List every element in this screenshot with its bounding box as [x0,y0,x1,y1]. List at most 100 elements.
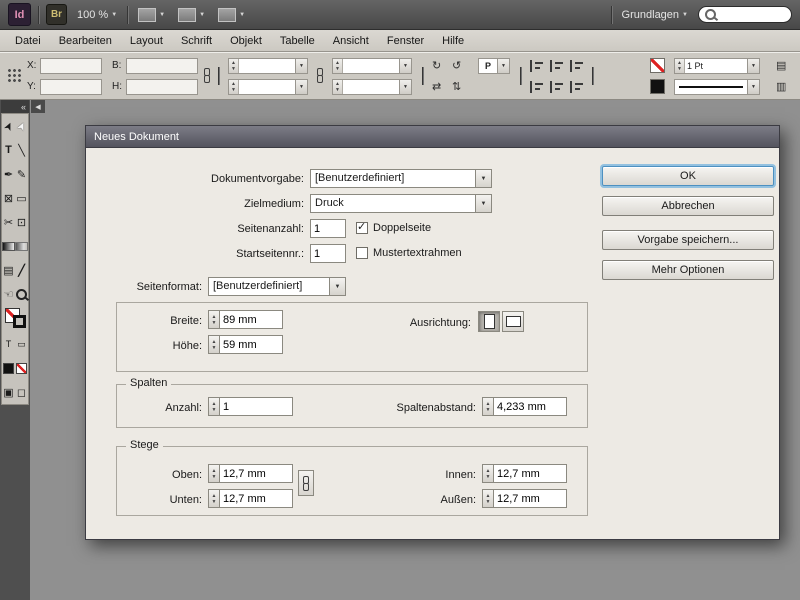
pencil-tool[interactable] [15,162,28,186]
hoehe-stepper[interactable] [208,335,219,354]
eyedropper-tool[interactable] [15,258,28,282]
hoehe-input[interactable] [219,335,283,354]
direct-selection-tool[interactable] [15,114,28,138]
screen-mode-button[interactable]: ▼ [175,6,208,24]
hand-tool[interactable] [2,282,15,306]
stroke-style-dropdown[interactable] [674,79,760,95]
more-options-button[interactable]: Mehr Optionen [602,260,774,280]
chevron-down-icon[interactable] [475,170,491,187]
chevron-down-icon[interactable] [295,59,307,73]
align-center-icon[interactable] [550,60,566,72]
stege-link-button[interactable] [298,470,314,496]
chevron-down-icon[interactable] [497,59,509,73]
scale-x-stepper[interactable] [229,59,239,73]
zoom-level-control[interactable]: 100 % ▼ [74,7,120,23]
menu-bearbeiten[interactable]: Bearbeiten [50,30,121,51]
chevron-down-icon[interactable] [475,195,491,212]
scissors-tool[interactable] [2,210,15,234]
p-reference-button[interactable]: P [478,58,510,74]
dokumentvorgabe-select[interactable]: [Benutzerdefiniert] [310,169,492,188]
align-middle-icon[interactable] [550,81,566,93]
selection-tool[interactable] [2,114,15,138]
width-input[interactable] [126,58,198,74]
save-preset-button[interactable]: Vorgabe speichern... [602,230,774,250]
stroke-color-swatch[interactable] [13,315,26,328]
formatting-affects-container-icon[interactable] [15,332,28,356]
panel-collapse-arrow-icon[interactable]: ◀ [31,100,45,113]
rotation-stepper[interactable] [333,59,343,73]
align-bottom-icon[interactable] [570,81,586,93]
panel-options-icon[interactable]: ▥ [776,79,786,95]
search-box[interactable] [698,6,792,23]
apply-none-button[interactable] [15,356,28,380]
apply-color-button[interactable] [2,356,15,380]
flip-vertical-icon[interactable]: ⇅ [452,79,461,95]
innen-stepper[interactable] [482,464,493,483]
spaltenabstand-input[interactable] [493,397,567,416]
ok-button[interactable]: OK [602,166,774,186]
scale-y-stepper[interactable] [229,80,239,94]
shear-angle-combo[interactable] [332,79,412,95]
menu-hilfe[interactable]: Hilfe [433,30,473,51]
zoom-tool[interactable] [15,282,28,306]
align-left-icon[interactable] [530,60,546,72]
innen-input[interactable] [493,464,567,483]
dialog-title-bar[interactable]: Neues Dokument [86,126,779,148]
x-input[interactable] [40,58,102,74]
arrange-documents-button[interactable]: ▼ [215,6,248,24]
unten-input[interactable] [219,489,293,508]
menu-layout[interactable]: Layout [121,30,172,51]
workspace-switcher[interactable]: Grundlagen ▼ [619,7,691,23]
chevron-down-icon[interactable] [399,59,411,73]
chevron-down-icon[interactable] [747,59,759,73]
type-tool[interactable] [2,138,15,162]
menu-ansicht[interactable]: Ansicht [324,30,378,51]
unten-stepper[interactable] [208,489,219,508]
search-input[interactable] [720,8,784,21]
stroke-weight-stepper[interactable] [675,59,685,73]
flip-horizontal-icon[interactable]: ⇄ [432,79,441,95]
tools-panel-collapse-button[interactable] [1,100,29,113]
stroke-weight-combo[interactable]: 1 Pt [674,58,760,74]
checkbox-checked-icon[interactable] [356,222,368,234]
note-tool[interactable] [2,258,15,282]
breite-input[interactable] [219,310,283,329]
doppelseite-checkbox[interactable]: Doppelseite [356,221,431,235]
view-options-button[interactable]: ▼ [135,6,168,24]
gradient-feather-tool[interactable] [15,234,28,258]
reference-point-proxy[interactable] [7,68,22,83]
spaltenabstand-stepper[interactable] [482,397,493,416]
rotate-cw-icon[interactable]: ↻ [432,58,441,74]
align-right-icon[interactable] [570,60,586,72]
shear-stepper[interactable] [333,80,343,94]
gradient-tool[interactable] [2,234,15,258]
menu-datei[interactable]: Datei [6,30,50,51]
normal-view-mode-button[interactable] [2,380,15,404]
constrain-scale-icon[interactable] [316,68,324,83]
checkbox-unchecked-icon[interactable] [356,247,368,259]
menu-fenster[interactable]: Fenster [378,30,433,51]
rectangle-tool[interactable] [15,186,28,210]
seitenanzahl-input[interactable] [310,219,346,238]
formatting-affects-text-icon[interactable] [2,332,15,356]
y-input[interactable] [40,79,102,95]
bridge-button[interactable]: Br [46,4,67,25]
line-tool[interactable] [15,138,28,162]
orientation-portrait-button[interactable] [478,311,500,332]
chevron-down-icon[interactable] [399,80,411,94]
align-top-icon[interactable] [530,81,546,93]
panel-options-icon[interactable]: ▤ [776,58,786,74]
zielmedium-select[interactable]: Druck [310,194,492,213]
mustertextrahmen-checkbox[interactable]: Mustertextrahmen [356,246,462,260]
aussen-input[interactable] [493,489,567,508]
rotation-angle-combo[interactable] [332,58,412,74]
scale-x-combo[interactable] [228,58,308,74]
height-input[interactable] [126,79,198,95]
startseitennr-input[interactable] [310,244,346,263]
constrain-dimensions-icon[interactable] [203,68,211,83]
seitenformat-select[interactable]: [Benutzerdefiniert] [208,277,346,296]
menu-objekt[interactable]: Objekt [221,30,271,51]
oben-stepper[interactable] [208,464,219,483]
menu-tabelle[interactable]: Tabelle [271,30,324,51]
free-transform-tool[interactable] [15,210,28,234]
